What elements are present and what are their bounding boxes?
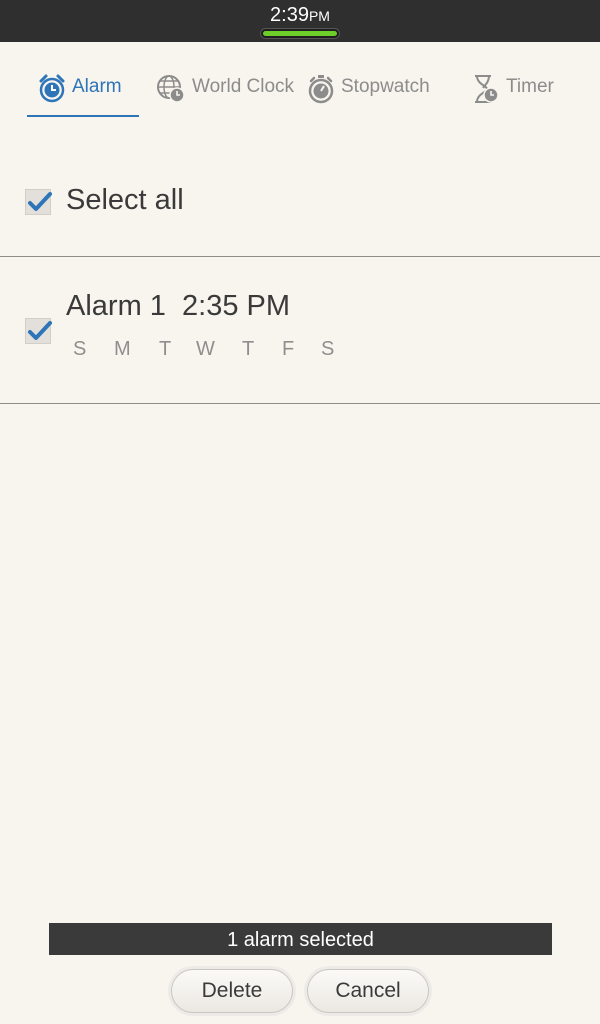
tab-timer-label: Timer: [506, 76, 554, 97]
day-thursday: T: [242, 338, 255, 360]
alarm-title: Alarm 1 2:35 PM: [66, 290, 291, 322]
alarm-checkbox[interactable]: [25, 318, 52, 344]
tab-bar: Alarm World Clock Stopwatch Timer: [0, 42, 600, 130]
active-tab-indicator: [27, 115, 139, 117]
status-time: 2:39PM: [0, 4, 600, 27]
status-time-ampm: PM: [308, 8, 330, 24]
tab-stopwatch[interactable]: Stopwatch: [307, 74, 430, 116]
globe-clock-icon: [156, 74, 186, 104]
status-bar: 2:39PM: [0, 0, 600, 42]
day-friday: F: [282, 338, 295, 360]
status-time-value: 2:39: [270, 4, 309, 26]
hourglass-icon: [472, 74, 500, 104]
tab-world-clock-label: World Clock: [192, 76, 295, 97]
tab-timer[interactable]: Timer: [472, 74, 554, 116]
select-all-label: Select all: [66, 184, 184, 216]
day-monday: M: [114, 338, 131, 360]
checkmark-icon: [28, 192, 52, 211]
status-indicator-bar: [261, 29, 339, 38]
tab-alarm[interactable]: Alarm: [38, 74, 122, 116]
alarm-list-item[interactable]: Alarm 1 2:35 PM S M T W T F S: [0, 258, 600, 402]
select-all-row[interactable]: Select all: [0, 170, 600, 230]
tab-stopwatch-label: Stopwatch: [341, 76, 430, 97]
day-wednesday: W: [196, 338, 215, 360]
day-sunday: S: [73, 338, 87, 360]
day-saturday: S: [321, 338, 335, 360]
divider: [0, 256, 600, 257]
divider: [0, 403, 600, 404]
stopwatch-icon: [307, 74, 335, 104]
alarm-clock-icon: [38, 74, 66, 104]
tab-alarm-label: Alarm: [72, 76, 122, 97]
tab-world-clock[interactable]: World Clock: [156, 74, 294, 116]
selection-count-banner: 1 alarm selected: [49, 923, 552, 955]
cancel-button[interactable]: Cancel: [307, 969, 429, 1013]
select-all-checkbox[interactable]: [25, 189, 52, 215]
checkmark-icon: [28, 321, 52, 340]
action-bar: Delete Cancel: [0, 955, 600, 1024]
day-tuesday: T: [159, 338, 172, 360]
delete-button[interactable]: Delete: [171, 969, 293, 1013]
